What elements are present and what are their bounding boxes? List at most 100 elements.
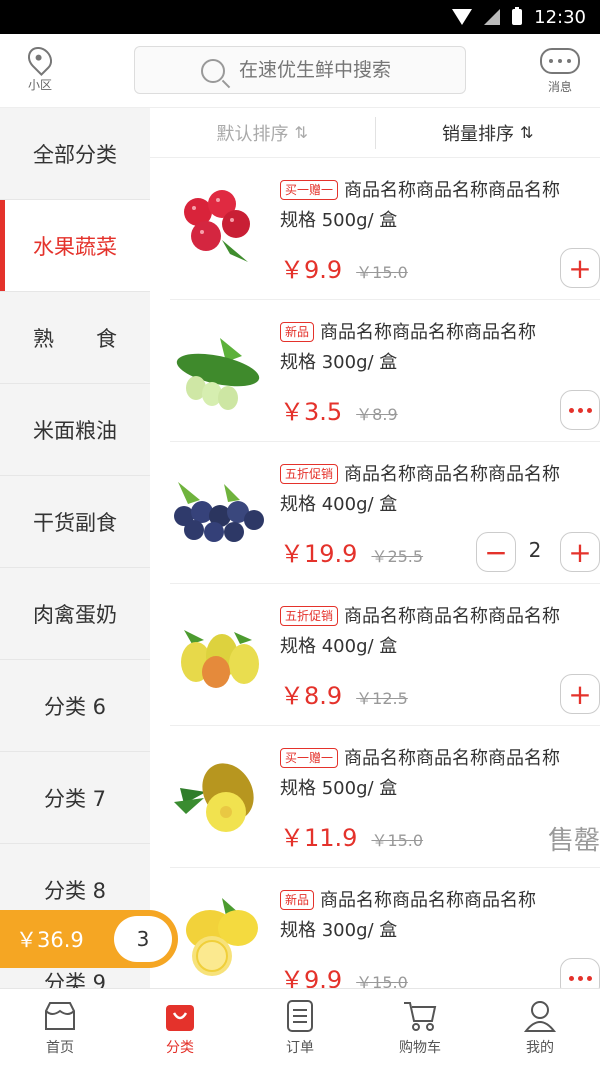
promo-tag: 新品 [280,890,315,910]
product-item[interactable]: 五折促销 商品名称商品名称商品名称 规格 400g/ 盒 ￥8.9 ￥12.5 + [170,584,600,726]
product-name: 商品名称商品名称商品名称 [344,180,561,201]
sidebar-item-grain-oil[interactable]: 米面粮油 [0,384,150,476]
signal-icon [484,9,501,25]
nav-item-profile[interactable]: 我的 [480,989,600,1067]
more-dots-icon [568,975,592,981]
sidebar-item-cat7[interactable]: 分类 7 [0,752,150,844]
location-button[interactable]: 小区 [18,42,62,93]
product-spec: 规格 500g/ 盒 [280,778,398,799]
more-dots-icon [568,407,592,413]
wifi-icon [452,9,473,25]
product-name: 商品名称商品名称商品名称 [344,464,561,485]
nav-label-category: 分类 [166,1040,194,1056]
lemon-image [186,898,258,976]
promo-tag: 五折促销 [280,464,339,484]
product-name: 商品名称商品名称商品名称 [344,606,561,627]
product-spec: 规格 500g/ 盒 [280,210,398,231]
nav-label-orders: 订单 [286,1040,314,1056]
floating-cart[interactable]: ￥36.9 3 [0,910,178,968]
search-input[interactable] [199,59,465,81]
raspberry-image [184,190,250,262]
sidebar-item-dry-goods[interactable]: 干货副食 [0,476,150,568]
sort-sales-label: 销量排序 [442,123,515,145]
sort-arrows-icon: ⇅ [520,123,534,142]
nav-label-home: 首页 [46,1040,74,1056]
product-item[interactable]: 新品 商品名称商品名称商品名称 规格 300g/ 盒 ￥3.5 ￥8.9 [170,300,600,442]
sidebar-item-all[interactable]: 全部分类 [0,108,150,200]
nav-label-cart: 购物车 [399,1040,441,1056]
promo-tag: 买一赠一 [280,180,339,200]
status-time: 12:30 [534,6,586,28]
more-options-button[interactable] [560,390,600,430]
cart-count: 3 [114,916,172,962]
sold-out-label: 售罄 [547,826,600,856]
product-price: ￥9.9 [280,256,343,284]
nav-item-category[interactable]: 分类 [120,989,240,1067]
product-spec: 规格 300g/ 盒 [280,920,398,941]
cart-total: ￥36.9 [16,928,84,952]
sort-sales-button[interactable]: 销量排序 ⇅ [376,108,600,157]
product-price: ￥8.9 [280,682,343,710]
product-old-price: ￥25.5 [371,547,424,566]
product-price: ￥11.9 [280,824,358,852]
search-icon [201,59,225,83]
order-list-icon [287,1000,313,1032]
shopping-bag-icon [166,1005,194,1031]
pineapple-image [174,763,254,832]
promo-tag: 五折促销 [280,606,339,626]
nav-label-profile: 我的 [526,1040,554,1056]
decrease-quantity-button[interactable]: − [476,532,516,572]
product-old-price: ￥15.0 [356,263,408,282]
sort-bar: 默认排序 ⇅ 销量排序 ⇅ [150,108,600,158]
product-item[interactable]: 五折促销 商品名称商品名称商品名称 规格 400g/ 盒 ￥19.9 ￥25.5 … [170,442,600,584]
category-sidebar: 全部分类 水果蔬菜 熟 食 米面粮油 干货副食 肉禽蛋奶 分类 6 分类 7 分… [0,108,150,1028]
product-old-price: ￥15.0 [371,831,424,850]
sort-default-label: 默认排序 [216,123,289,145]
sidebar-item-cat6[interactable]: 分类 6 [0,660,150,752]
product-list: 买一赠一 商品名称商品名称商品名称 规格 500g/ 盒 ￥9.9 ￥15.0 +… [150,158,600,1010]
quantity-value: 2 [528,538,542,562]
add-to-cart-button[interactable]: + [560,248,600,288]
promo-tag: 新品 [280,322,315,342]
status-bar: 12:30 [0,0,600,34]
product-old-price: ￥8.9 [356,405,398,424]
increase-quantity-button[interactable]: + [560,532,600,572]
product-item[interactable]: 买一赠一 商品名称商品名称商品名称 规格 500g/ 盒 ￥9.9 ￥15.0 + [170,158,600,300]
header: 小区 消息 [0,34,600,108]
sort-default-button[interactable]: 默认排序 ⇅ [150,108,375,157]
search-box[interactable] [134,46,466,94]
cucumber-image [176,338,260,410]
product-price: ￥19.9 [280,540,358,568]
plus-icon: + [568,677,592,711]
add-to-cart-button[interactable]: + [560,674,600,714]
plus-icon: + [568,251,592,285]
sidebar-item-fruits-veg[interactable]: 水果蔬菜 [0,200,150,292]
sidebar-item-meat-egg-milk[interactable]: 肉禽蛋奶 [0,568,150,660]
sidebar-item-cooked[interactable]: 熟 食 [0,292,150,384]
nav-item-orders[interactable]: 订单 [240,989,360,1067]
location-label: 小区 [27,78,52,92]
bottom-nav: 首页 分类 订单 购物车 我的 [0,988,600,1067]
chat-bubble-icon [540,48,580,74]
product-name: 商品名称商品名称商品名称 [320,322,537,343]
minus-icon: − [484,535,508,569]
promo-tag: 买一赠一 [280,748,339,768]
product-name: 商品名称商品名称商品名称 [320,890,537,911]
product-spec: 规格 300g/ 盒 [280,352,398,373]
product-old-price: ￥12.5 [356,689,408,708]
product-spec: 规格 400g/ 盒 [280,636,398,657]
product-name: 商品名称商品名称商品名称 [344,748,561,769]
user-icon [523,1001,557,1032]
product-spec: 规格 400g/ 盒 [280,494,398,515]
product-price: ￥3.5 [280,398,343,426]
shop-icon [45,1002,75,1030]
pear-image [181,630,259,688]
product-item[interactable]: 买一赠一 商品名称商品名称商品名称 规格 500g/ 盒 ￥11.9 ￥15.0 … [170,726,600,868]
plus-icon: + [568,535,592,569]
message-label: 消息 [547,80,572,94]
blueberry-image [174,482,264,542]
message-button[interactable]: 消息 [538,48,582,95]
battery-icon [512,7,523,25]
nav-item-home[interactable]: 首页 [0,989,120,1067]
nav-item-cart[interactable]: 购物车 [360,989,480,1067]
